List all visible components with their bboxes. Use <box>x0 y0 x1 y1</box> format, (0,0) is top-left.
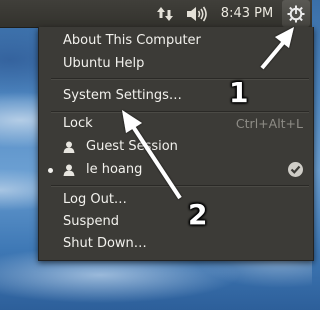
annotation-number-1: 1 <box>229 76 249 109</box>
annotation-number-2: 2 <box>188 198 208 231</box>
arrow-to-system-settings <box>122 110 182 200</box>
arrow-to-session-icon <box>260 27 294 70</box>
annotation-arrows <box>122 27 294 200</box>
